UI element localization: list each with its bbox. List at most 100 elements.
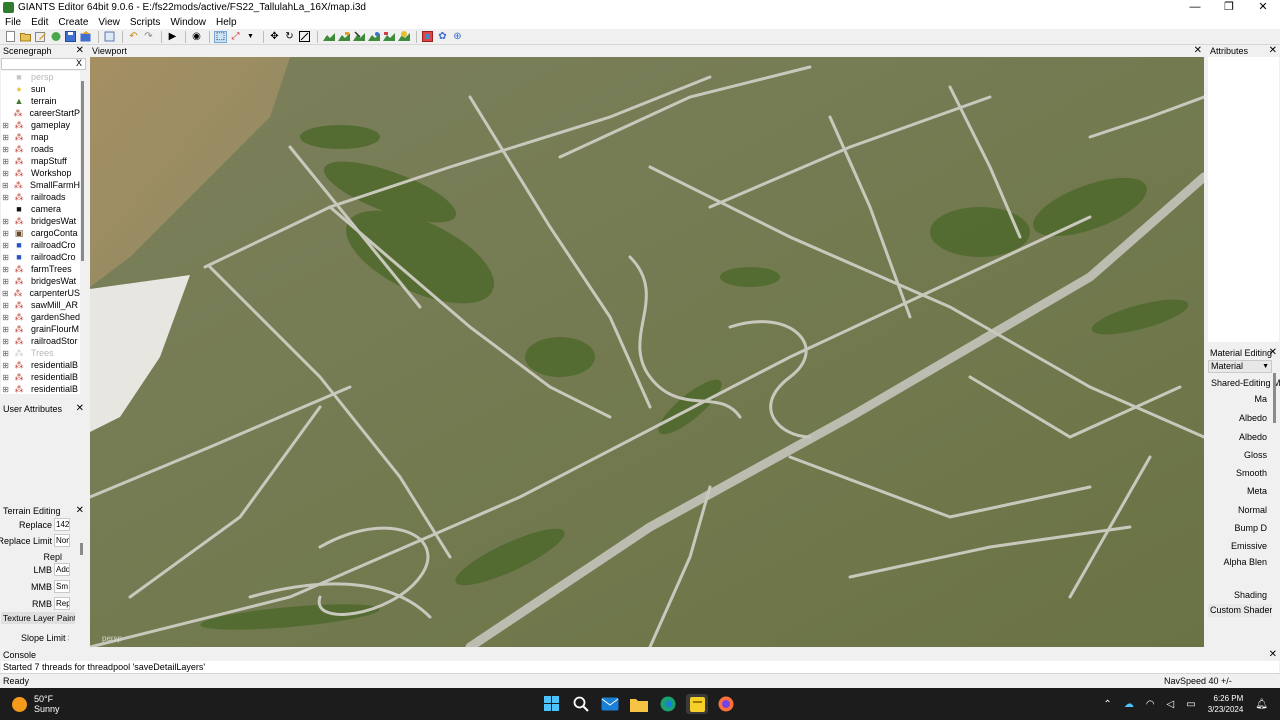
scenegraph-item[interactable]: ⊞ ⁂ roads <box>1 143 80 155</box>
menu-create[interactable]: Create <box>53 17 93 28</box>
globe-icon[interactable]: ⊕ <box>451 31 464 43</box>
rotate-icon[interactable]: ↻ <box>283 31 296 43</box>
expand-toggle-icon[interactable]: ⊞ <box>1 337 10 346</box>
expand-toggle-icon[interactable]: ⊞ <box>1 121 10 130</box>
scenegraph-item[interactable]: ⊞ ■ railroadCro <box>1 239 80 251</box>
scenegraph-item[interactable]: ⊞ ⁂ Workshop <box>1 167 80 179</box>
close-icon[interactable]: ✕ <box>76 403 84 415</box>
maximize-button[interactable]: ❐ <box>1212 0 1246 15</box>
onedrive-icon[interactable]: ☁ <box>1124 699 1134 710</box>
play-icon[interactable]: ▶ <box>166 31 179 43</box>
scenegraph-item[interactable]: ⊞ ⁂ mapStuff <box>1 155 80 167</box>
reload-icon[interactable] <box>49 31 62 43</box>
menu-file[interactable]: File <box>0 17 26 28</box>
menu-window[interactable]: Window <box>165 17 211 28</box>
scale-icon[interactable] <box>298 31 311 43</box>
new-icon[interactable] <box>4 31 17 43</box>
expand-toggle-icon[interactable]: ⊞ <box>1 313 10 322</box>
expand-toggle-icon[interactable]: ⊞ <box>1 217 10 226</box>
expand-toggle-icon[interactable]: ⊞ <box>1 193 10 202</box>
undo-icon[interactable]: ↶ <box>127 31 140 43</box>
scenegraph-item[interactable]: ⊞ ⁂ sawMill_AR <box>1 299 80 311</box>
scenegraph-item[interactable]: ■ persp <box>1 71 80 83</box>
scenegraph-scrollbar[interactable] <box>80 71 86 394</box>
close-window-button[interactable]: ✕ <box>1246 0 1280 15</box>
material-dropdown[interactable]: Material ▼ <box>1208 360 1272 373</box>
scenegraph-item[interactable]: ⊞ ⁂ residentialB <box>1 383 80 395</box>
settings-icon[interactable]: ✿ <box>436 31 449 43</box>
scenegraph-item[interactable]: ⊞ ■ railroadCro <box>1 251 80 263</box>
edge-icon[interactable] <box>657 694 679 714</box>
scenegraph-item[interactable]: ⊞ ⁂ gameplay <box>1 119 80 131</box>
edit-icon[interactable] <box>34 31 47 43</box>
scenegraph-item[interactable]: ⊞ ▣ cargoConta <box>1 227 80 239</box>
search-icon[interactable] <box>570 694 592 714</box>
battery-icon[interactable]: ▭ <box>1186 699 1195 710</box>
close-icon[interactable]: ✕ <box>1269 347 1277 359</box>
clock[interactable]: 6:26 PM 3/23/2024 <box>1208 693 1244 715</box>
scenegraph-item[interactable]: ⊞ ⁂ gardenShed <box>1 311 80 323</box>
expand-toggle-icon[interactable]: ⊞ <box>1 145 10 154</box>
close-icon[interactable]: ✕ <box>1269 45 1277 57</box>
scenegraph-item[interactable]: ⊞ ⁂ railroadStor <box>1 335 80 347</box>
custom-shaders-section[interactable]: Custom Shaders <box>1208 604 1272 617</box>
close-icon[interactable]: ✕ <box>1194 45 1202 57</box>
scenegraph-item[interactable]: ⊞ ⁂ carpenterUS <box>1 287 80 299</box>
expand-toggle-icon[interactable]: ⊞ <box>1 241 10 250</box>
texture-layer-paint-section[interactable]: Texture Layer Paint <box>1 612 75 624</box>
replace-limit-select[interactable]: Non <box>54 534 70 547</box>
folder-icon[interactable] <box>628 694 650 714</box>
close-icon[interactable]: ✕ <box>76 45 84 57</box>
paint-terrain-icon[interactable] <box>322 31 335 43</box>
scenegraph-item[interactable]: ⊞ ⁂ Trees <box>1 347 80 359</box>
scenegraph-item[interactable]: ⊞ ⁂ map <box>1 131 80 143</box>
save-icon[interactable] <box>64 31 77 43</box>
windows-start-icon[interactable] <box>541 694 563 714</box>
foliage-icon[interactable] <box>337 31 350 43</box>
scenegraph-item[interactable]: ⊞ ⁂ residentialB <box>1 359 80 371</box>
terrain-view[interactable]: persp <box>90 57 1204 647</box>
scenegraph-item[interactable]: ⊞ ⁂ bridgesWat <box>1 215 80 227</box>
terrain-select-icon[interactable]: ⤢ <box>229 31 242 43</box>
open-icon[interactable] <box>19 31 32 43</box>
material-scrollbar[interactable] <box>1273 373 1276 423</box>
wifi-icon[interactable]: ◠ <box>1146 699 1155 710</box>
move-icon[interactable]: ✥ <box>268 31 281 43</box>
replace-field[interactable]: 142 <box>54 518 70 531</box>
scenegraph-item[interactable]: ⊞ ⁂ grainFlourM <box>1 323 80 335</box>
scenegraph-item[interactable]: ⊞ ⁂ SmallFarmH <box>1 179 80 191</box>
chevron-up-icon[interactable]: ⌃ <box>1103 699 1111 710</box>
scenegraph-search-input[interactable]: X <box>1 58 86 70</box>
scrollbar-thumb[interactable] <box>81 81 84 261</box>
clear-search-button[interactable]: X <box>76 58 82 68</box>
scenegraph-item[interactable]: ⊞ ⁂ railroads <box>1 191 80 203</box>
navmesh-icon[interactable] <box>421 31 434 43</box>
expand-toggle-icon[interactable]: ⊞ <box>1 289 9 298</box>
scenegraph-item[interactable]: ⊞ ⁂ residentialB <box>1 371 80 383</box>
expand-toggle-icon[interactable]: ⊞ <box>1 301 10 310</box>
expand-toggle-icon[interactable]: ⊞ <box>1 181 10 190</box>
scenegraph-item[interactable]: ● sun <box>1 83 80 95</box>
expand-toggle-icon[interactable]: ⊞ <box>1 373 10 382</box>
weather-widget[interactable]: 50°F Sunny <box>12 694 60 714</box>
expand-toggle-icon[interactable]: ⊞ <box>1 157 10 166</box>
console-log[interactable]: Started 7 threads for threadpool 'saveDe… <box>1 661 1279 673</box>
menu-scripts[interactable]: Scripts <box>125 17 166 28</box>
expand-toggle-icon[interactable]: ⊞ <box>1 277 10 286</box>
mmb-select[interactable]: Sm <box>54 580 70 593</box>
undo-history-icon[interactable] <box>103 31 116 43</box>
terrain-editing-scrollbar[interactable] <box>80 543 83 555</box>
eye-icon[interactable]: ◉ <box>190 31 203 43</box>
expand-toggle-icon[interactable]: ⊞ <box>1 325 10 334</box>
scenegraph-item[interactable]: ⊞ ⁂ bridgesWat <box>1 275 80 287</box>
firefox-icon[interactable] <box>715 694 737 714</box>
scenegraph-item[interactable]: ⊞ ⁂ farmTrees <box>1 263 80 275</box>
menu-edit[interactable]: Edit <box>26 17 53 28</box>
mail-icon[interactable] <box>599 694 621 714</box>
scenegraph-item[interactable]: ■ camera <box>1 203 80 215</box>
close-icon[interactable]: ✕ <box>76 505 84 517</box>
scenegraph-item[interactable]: ⁂ careerStartP <box>1 107 80 119</box>
notification-icon[interactable]: 🔔︎ <box>1255 699 1268 710</box>
expand-toggle-icon[interactable]: ⊞ <box>1 169 10 178</box>
close-icon[interactable]: ✕ <box>1269 649 1277 661</box>
